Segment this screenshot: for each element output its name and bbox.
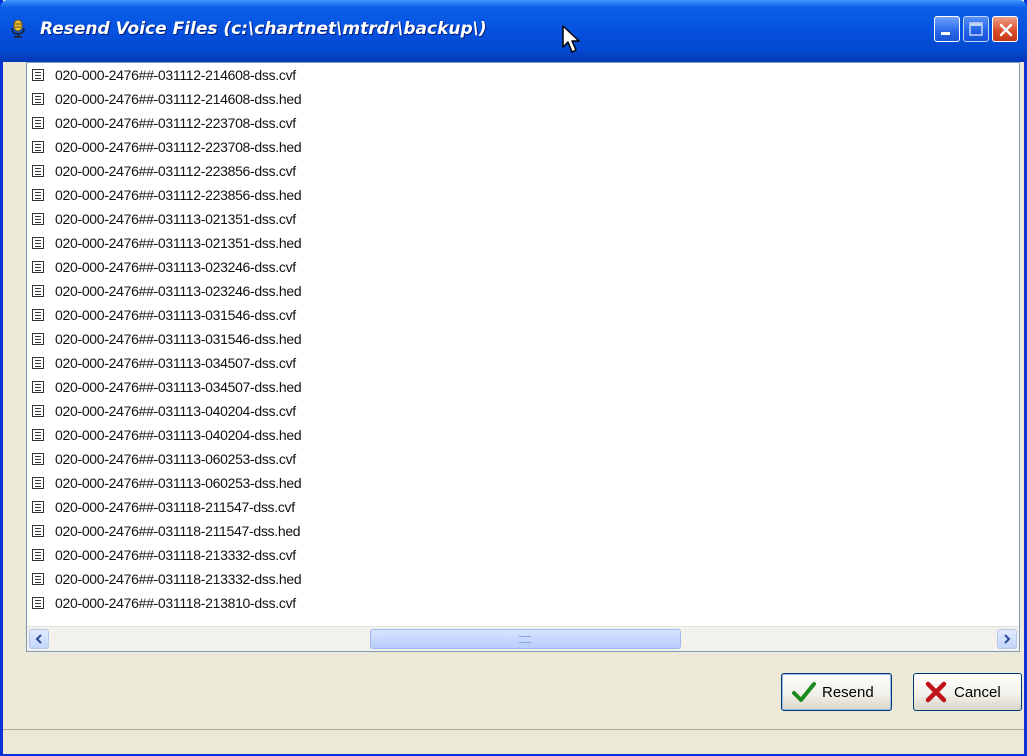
document-icon (32, 381, 44, 393)
document-icon (32, 453, 44, 465)
file-name: 020-000-2476##-031112-214608-dss.hed (55, 91, 302, 107)
document-icon (32, 477, 44, 489)
document-icon (32, 93, 44, 105)
file-name: 020-000-2476##-031118-213810-dss.cvf (55, 595, 296, 611)
list-item[interactable]: 020-000-2476##-031113-021351-dss.cvf (27, 207, 1019, 231)
document-icon (32, 501, 44, 513)
minimize-button[interactable] (934, 16, 960, 42)
maximize-icon (969, 22, 983, 36)
horizontal-scrollbar[interactable] (27, 626, 1019, 651)
file-name: 020-000-2476##-031113-060253-dss.hed (55, 475, 302, 491)
resend-voice-files-window: Resend Voice Files (c:\chartnet\mtrdr\ba… (0, 0, 1027, 756)
document-icon (32, 357, 44, 369)
list-item[interactable]: 020-000-2476##-031113-034507-dss.cvf (27, 351, 1019, 375)
document-icon (32, 429, 44, 441)
file-name: 020-000-2476##-031113-023246-dss.cvf (55, 259, 296, 275)
document-icon (32, 525, 44, 537)
document-icon (32, 141, 44, 153)
app-icon (11, 20, 25, 38)
close-icon (999, 23, 1013, 37)
list-item[interactable]: 020-000-2476##-031113-021351-dss.hed (27, 231, 1019, 255)
close-button[interactable] (992, 16, 1018, 42)
file-name: 020-000-2476##-031118-211547-dss.hed (55, 523, 301, 539)
list-item[interactable]: 020-000-2476##-031118-211547-dss.hed (27, 519, 1019, 543)
document-icon (32, 261, 44, 273)
file-name: 020-000-2476##-031112-223708-dss.hed (55, 139, 302, 155)
list-item[interactable]: 020-000-2476##-031113-034507-dss.hed (27, 375, 1019, 399)
file-name: 020-000-2476##-031113-034507-dss.hed (55, 379, 302, 395)
resend-button-label: Resend (822, 683, 874, 701)
file-name: 020-000-2476##-031118-213332-dss.cvf (55, 547, 296, 563)
list-item[interactable]: 020-000-2476##-031113-031546-dss.hed (27, 327, 1019, 351)
list-item[interactable]: 020-000-2476##-031118-213332-dss.hed (27, 567, 1019, 591)
chevron-right-icon (1004, 634, 1011, 644)
file-name: 020-000-2476##-031112-223856-dss.cvf (55, 163, 296, 179)
file-name: 020-000-2476##-031113-023246-dss.hed (55, 283, 302, 299)
window-title: Resend Voice Files (c:\chartnet\mtrdr\ba… (40, 19, 487, 39)
document-icon (32, 237, 44, 249)
red-x-icon (925, 681, 947, 703)
list-item[interactable]: 020-000-2476##-031112-214608-dss.cvf (27, 63, 1019, 87)
file-name: 020-000-2476##-031113-040204-dss.hed (55, 427, 302, 443)
resend-button[interactable]: Resend (781, 673, 892, 711)
document-icon (32, 597, 44, 609)
file-name: 020-000-2476##-031112-223856-dss.hed (55, 187, 302, 203)
file-listbox[interactable]: 020-000-2476##-031112-214608-dss.cvf 020-… (26, 62, 1020, 652)
list-item[interactable]: 020-000-2476##-031112-223856-dss.hed (27, 183, 1019, 207)
cancel-button-label: Cancel (954, 683, 1001, 701)
minimize-icon (941, 32, 950, 35)
document-icon (32, 573, 44, 585)
document-icon (32, 117, 44, 129)
document-icon (32, 189, 44, 201)
document-icon (32, 69, 44, 81)
file-name: 020-000-2476##-031113-040204-dss.cvf (55, 403, 296, 419)
document-icon (32, 309, 44, 321)
list-item[interactable]: 020-000-2476##-031113-023246-dss.hed (27, 279, 1019, 303)
list-item[interactable]: 020-000-2476##-031113-040204-dss.cvf (27, 399, 1019, 423)
list-item[interactable]: 020-000-2476##-031118-211547-dss.cvf (27, 495, 1019, 519)
file-name: 020-000-2476##-031118-213332-dss.hed (55, 571, 302, 587)
file-name: 020-000-2476##-031113-034507-dss.cvf (55, 355, 296, 371)
file-name: 020-000-2476##-031113-031546-dss.cvf (55, 307, 296, 323)
file-name: 020-000-2476##-031112-214608-dss.cvf (55, 67, 296, 83)
list-item[interactable]: 020-000-2476##-031112-223856-dss.cvf (27, 159, 1019, 183)
document-icon (32, 165, 44, 177)
list-item[interactable]: 020-000-2476##-031112-214608-dss.hed (27, 87, 1019, 111)
document-icon (32, 213, 44, 225)
scroll-right-button[interactable] (997, 629, 1017, 649)
list-item[interactable]: 020-000-2476##-031113-031546-dss.cvf (27, 303, 1019, 327)
file-list: 020-000-2476##-031112-214608-dss.cvf 020-… (27, 63, 1019, 615)
file-name: 020-000-2476##-031113-021351-dss.cvf (55, 211, 296, 227)
document-icon (32, 405, 44, 417)
list-item[interactable]: 020-000-2476##-031113-060253-dss.cvf (27, 447, 1019, 471)
file-name: 020-000-2476##-031118-211547-dss.cvf (55, 499, 295, 515)
document-icon (32, 333, 44, 345)
list-item[interactable]: 020-000-2476##-031118-213810-dss.cvf (27, 591, 1019, 615)
scrollbar-grip-icon (519, 636, 531, 643)
document-icon (32, 285, 44, 297)
file-name: 020-000-2476##-031113-031546-dss.hed (55, 331, 302, 347)
file-name: 020-000-2476##-031113-060253-dss.cvf (55, 451, 296, 467)
list-item[interactable]: 020-000-2476##-031112-223708-dss.cvf (27, 111, 1019, 135)
document-icon (32, 549, 44, 561)
list-item[interactable]: 020-000-2476##-031112-223708-dss.hed (27, 135, 1019, 159)
title-bar[interactable]: Resend Voice Files (c:\chartnet\mtrdr\ba… (0, 0, 1027, 62)
status-bar (3, 729, 1024, 754)
cancel-button[interactable]: Cancel (913, 673, 1022, 711)
chevron-left-icon (35, 634, 42, 644)
file-name: 020-000-2476##-031113-021351-dss.hed (55, 235, 302, 251)
file-name: 020-000-2476##-031112-223708-dss.cvf (55, 115, 296, 131)
list-item[interactable]: 020-000-2476##-031113-023246-dss.cvf (27, 255, 1019, 279)
maximize-button[interactable] (963, 16, 989, 42)
scroll-left-button[interactable] (29, 629, 49, 649)
list-item[interactable]: 020-000-2476##-031113-060253-dss.hed (27, 471, 1019, 495)
mouse-pointer-icon (562, 25, 580, 53)
scrollbar-thumb[interactable] (370, 629, 681, 649)
checkmark-icon (792, 682, 816, 702)
list-item[interactable]: 020-000-2476##-031113-040204-dss.hed (27, 423, 1019, 447)
list-item[interactable]: 020-000-2476##-031118-213332-dss.cvf (27, 543, 1019, 567)
